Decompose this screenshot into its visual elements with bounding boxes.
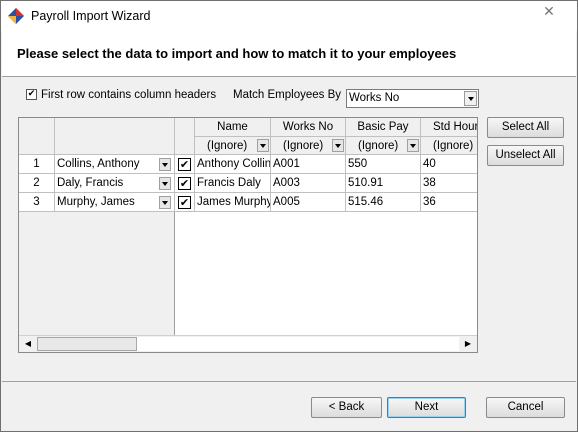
row-select-cell: ✔ <box>175 174 195 193</box>
row-number: 2 <box>19 174 55 193</box>
match-employees-select[interactable]: Works No <box>346 89 479 108</box>
scroll-track[interactable] <box>137 337 459 351</box>
table-cell: 550 <box>346 155 421 174</box>
employee-value: Daly, Francis <box>57 177 124 189</box>
employee-value: Collins, Anthony <box>57 158 140 170</box>
header-panel: Please select the data to import and how… <box>2 31 576 77</box>
next-button[interactable]: Next <box>387 397 466 418</box>
employee-select[interactable]: Collins, Anthony <box>55 155 175 174</box>
horizontal-scrollbar[interactable]: ◀ ▶ <box>19 335 477 352</box>
chevron-down-icon <box>332 139 344 152</box>
employee-select[interactable]: Daly, Francis <box>55 174 175 193</box>
select-all-button[interactable]: Select All <box>487 117 564 138</box>
scroll-left-icon[interactable]: ◀ <box>20 337 36 351</box>
close-icon: ✕ <box>543 4 555 20</box>
close-button[interactable]: ✕ <box>527 2 571 22</box>
cancel-button[interactable]: Cancel <box>486 397 565 418</box>
column-header-basic-pay: Basic Pay <box>346 118 421 137</box>
chevron-down-icon <box>407 139 419 152</box>
mapping-value: (Ignore) <box>207 140 248 152</box>
table-cell: A003 <box>271 174 346 193</box>
mapping-value: (Ignore) <box>358 140 399 152</box>
window-title: Payroll Import Wizard <box>31 9 151 23</box>
row-number-header <box>19 118 55 155</box>
column-header-works-no: Works No <box>271 118 346 137</box>
mapping-select-works-no[interactable]: (Ignore) <box>271 137 346 155</box>
mapping-select-std-hours[interactable]: (Ignore) <box>421 137 477 155</box>
chevron-down-icon <box>159 177 171 190</box>
column-header-std-hours: Std Hours <box>421 118 477 137</box>
mapping-value: (Ignore) <box>433 140 474 152</box>
scroll-right-icon[interactable]: ▶ <box>460 337 476 351</box>
scroll-thumb[interactable] <box>37 337 137 351</box>
chevron-down-icon <box>159 196 171 209</box>
column-header-name: Name <box>195 118 271 137</box>
page-title: Please select the data to import and how… <box>17 46 457 61</box>
table-cell: Francis Daly <box>195 174 271 193</box>
import-grid: Name Works No Basic Pay Std Hours (Ignor… <box>18 117 478 353</box>
chevron-down-icon <box>257 139 269 152</box>
row-select-checkbox[interactable]: ✔ <box>178 196 191 209</box>
table-cell: Anthony Collins <box>195 155 271 174</box>
employee-match-pane <box>19 118 175 335</box>
mapping-value: (Ignore) <box>283 140 324 152</box>
chevron-down-icon <box>464 91 477 106</box>
employee-select[interactable]: Murphy, James <box>55 193 175 212</box>
unselect-all-button[interactable]: Unselect All <box>487 145 564 166</box>
table-cell: A005 <box>271 193 346 212</box>
table-cell: James Murphy <box>195 193 271 212</box>
row-select-cell: ✔ <box>175 193 195 212</box>
back-button[interactable]: < Back <box>311 397 382 418</box>
mapping-select-name[interactable]: (Ignore) <box>195 137 271 155</box>
table-cell: 38 <box>421 174 477 193</box>
title-bar: Payroll Import Wizard ✕ <box>1 1 577 31</box>
employee-header <box>55 118 175 155</box>
employee-value: Murphy, James <box>57 196 135 208</box>
chevron-down-icon <box>159 158 171 171</box>
mapping-select-basic-pay[interactable]: (Ignore) <box>346 137 421 155</box>
payroll-app-icon <box>8 8 24 24</box>
table-cell: 515.46 <box>346 193 421 212</box>
grid-empty-area <box>175 212 477 335</box>
select-column-header <box>175 118 195 155</box>
first-row-headers-checkbox[interactable]: ✔ <box>26 89 37 100</box>
match-employees-label: Match Employees By <box>233 89 342 101</box>
table-cell: 510.91 <box>346 174 421 193</box>
row-select-checkbox[interactable]: ✔ <box>178 158 191 171</box>
wizard-window: Payroll Import Wizard ✕ Please select th… <box>0 0 578 432</box>
row-select-cell: ✔ <box>175 155 195 174</box>
row-number: 1 <box>19 155 55 174</box>
table-cell: 36 <box>421 193 477 212</box>
first-row-headers-label: First row contains column headers <box>41 89 217 101</box>
table-cell: A001 <box>271 155 346 174</box>
check-icon: ✔ <box>27 89 36 99</box>
table-cell: 40 <box>421 155 477 174</box>
row-number: 3 <box>19 193 55 212</box>
row-select-checkbox[interactable]: ✔ <box>178 177 191 190</box>
match-employees-value: Works No <box>349 92 400 104</box>
footer-divider <box>2 381 576 382</box>
